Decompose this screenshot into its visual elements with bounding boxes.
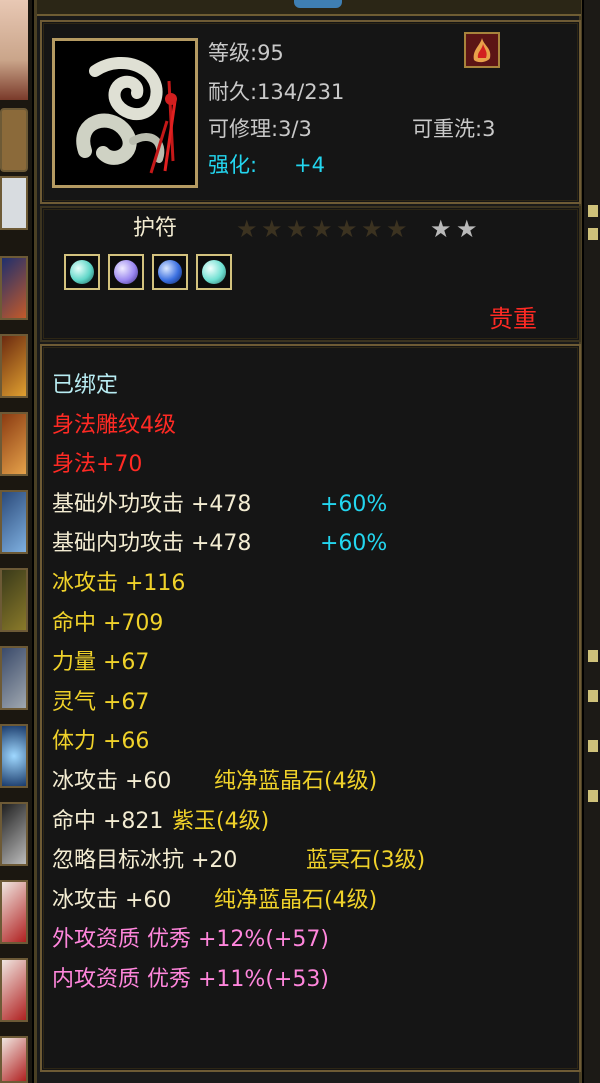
violet-gem-icon xyxy=(114,260,138,284)
gem-slot[interactable] xyxy=(152,254,188,290)
side-marker xyxy=(588,740,598,752)
skill-slot-icon[interactable] xyxy=(0,108,28,172)
star-icon: ★ xyxy=(361,215,383,243)
flame-skill-icon[interactable] xyxy=(0,334,28,398)
attribute-line: 体力 +66 xyxy=(52,729,150,755)
blue-skill-icon[interactable] xyxy=(0,490,28,554)
star-icon: ★ xyxy=(311,215,333,243)
mask-skill-icon[interactable] xyxy=(0,958,28,1022)
attribute-line: 已绑定 xyxy=(52,373,119,398)
attribute-line: 冰攻击 +116 xyxy=(52,571,186,596)
star-icon: ★ xyxy=(430,215,452,243)
avatar[interactable] xyxy=(0,0,28,100)
attribute-extra: +60% xyxy=(320,531,388,557)
attribute-line: 基础外功攻击 +478 xyxy=(52,491,252,517)
attribute-extra: 紫玉(4级) xyxy=(172,808,270,834)
star-icon: ★ xyxy=(336,215,358,243)
star-icon: ★ xyxy=(236,215,258,243)
star-icon: ★ xyxy=(286,215,308,243)
ring-skill-icon[interactable] xyxy=(0,802,28,866)
fan-skill-icon[interactable] xyxy=(0,412,28,476)
attribute-line: 身法+70 xyxy=(52,452,143,478)
gem-slot[interactable] xyxy=(64,254,100,290)
item-rewash-count: 可重洗:3 xyxy=(412,117,496,141)
teal-gem-icon xyxy=(202,260,226,284)
attribute-line: 冰攻击 +60 xyxy=(52,769,172,794)
side-marker xyxy=(588,228,598,240)
attribute-line: 灵气 +67 xyxy=(52,689,150,715)
rarity-label: 贵重 xyxy=(489,305,537,333)
attribute-line: 忽略目标冰抗 +20 xyxy=(52,848,238,874)
mask-skill-icon[interactable] xyxy=(0,880,28,944)
jade-amulet-icon xyxy=(55,41,195,185)
attribute-extra: 纯净蓝晶石(4级) xyxy=(214,769,378,794)
attribute-line: 身法雕纹4级 xyxy=(52,412,176,438)
wing-skill-icon[interactable] xyxy=(0,256,28,320)
attribute-line: 命中 +709 xyxy=(52,610,164,636)
item-portrait[interactable] xyxy=(52,38,198,188)
gem-slot[interactable] xyxy=(196,254,232,290)
side-marker xyxy=(588,790,598,802)
item-repair-count: 可修理:3/3 xyxy=(208,117,312,141)
attribute-line: 内攻资质 优秀 +11%(+53) xyxy=(52,967,329,992)
mask-skill-icon[interactable] xyxy=(0,1036,28,1083)
star-icon: ★ xyxy=(261,215,283,243)
star-icon: ★ xyxy=(386,215,408,243)
blue-gem-icon xyxy=(158,260,182,284)
item-level: 等级:95 xyxy=(208,41,284,65)
item-durability: 耐久:134/231 xyxy=(208,80,345,104)
item-enhance-label: 强化: xyxy=(208,153,258,177)
side-marker xyxy=(588,690,598,702)
item-enhance-value: +4 xyxy=(294,153,325,177)
side-marker xyxy=(588,205,598,217)
teal-gem-icon xyxy=(70,260,94,284)
right-side-bar xyxy=(584,0,600,1083)
attribute-line: 力量 +67 xyxy=(52,650,150,676)
attribute-line: 基础内功攻击 +478 xyxy=(52,531,252,557)
side-marker xyxy=(588,650,598,662)
orb-skill-icon[interactable] xyxy=(0,724,28,788)
portrait-icon xyxy=(0,176,28,230)
left-side-bar xyxy=(0,0,32,1083)
attribute-extra: +60% xyxy=(320,491,388,517)
item-type: 护符 xyxy=(133,216,178,241)
gem-slot[interactable] xyxy=(108,254,144,290)
attribute-line: 外攻资质 优秀 +12%(+57) xyxy=(52,927,329,953)
attribute-line: 冰攻击 +60 xyxy=(52,887,172,913)
attribute-line: 命中 +821 xyxy=(52,808,164,834)
gate-skill-icon[interactable] xyxy=(0,646,28,710)
banner-skill-icon[interactable] xyxy=(0,568,28,632)
attribute-extra: 蓝冥石(3级) xyxy=(306,848,426,874)
flame-icon xyxy=(473,38,491,63)
flame-badge-icon[interactable] xyxy=(464,32,500,68)
star-icon: ★ xyxy=(456,215,478,243)
attribute-extra: 纯净蓝晶石(4级) xyxy=(214,887,378,913)
frame-jewel xyxy=(294,0,342,8)
